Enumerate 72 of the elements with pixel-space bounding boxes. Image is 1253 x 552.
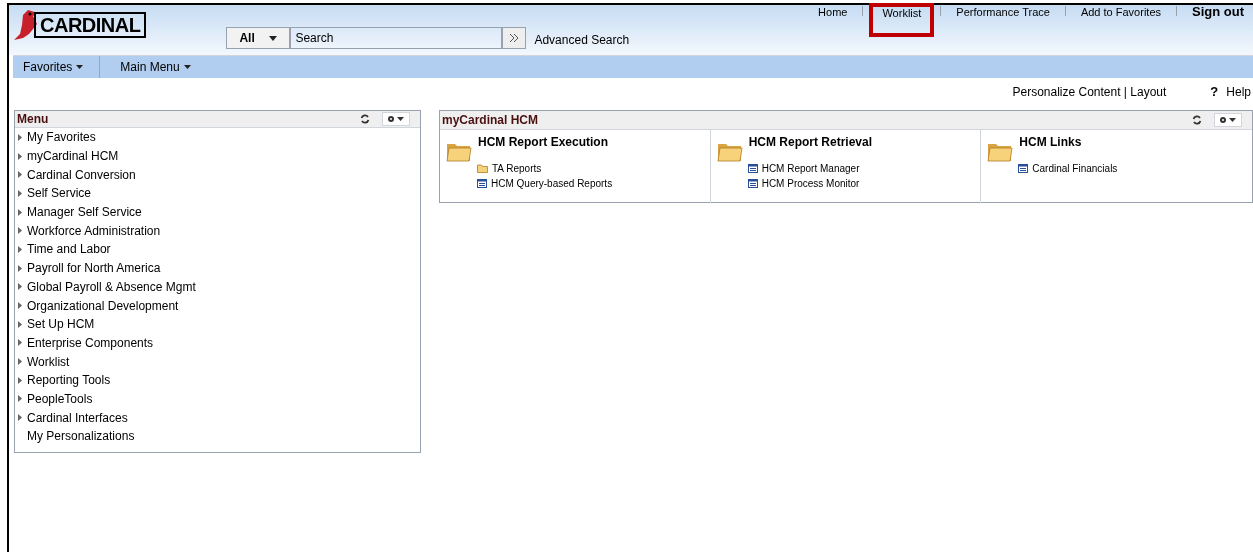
expand-icon[interactable]	[18, 339, 22, 347]
expand-icon[interactable]	[18, 245, 22, 253]
portlet-link[interactable]: TA Reports	[492, 161, 542, 176]
expand-icon[interactable]	[18, 414, 22, 422]
expand-icon[interactable]	[18, 320, 22, 328]
gear-icon	[387, 115, 405, 123]
header-link[interactable]: Add to Favorites	[1071, 6, 1170, 18]
portlet-link[interactable]: HCM Report Manager	[761, 161, 860, 176]
group-title: HCM Report Retrieval	[748, 134, 872, 151]
expand-icon[interactable]	[18, 208, 22, 216]
panel-title: Menu	[17, 111, 49, 128]
expand-icon[interactable]	[18, 302, 22, 310]
expand-icon[interactable]	[18, 395, 22, 403]
expand-icon[interactable]	[18, 133, 22, 141]
header-link[interactable]: Performance Trace	[947, 6, 1059, 18]
portlet-title: myCardinal HCM	[442, 112, 539, 129]
expand-icon[interactable]	[18, 358, 22, 366]
caret-icon	[76, 65, 84, 69]
menu-item[interactable]: Workforce Administration	[27, 221, 161, 240]
folder-icon	[477, 164, 488, 173]
search-button[interactable]	[502, 27, 527, 49]
gear-icon	[1219, 116, 1237, 124]
header-link[interactable]: Home	[809, 6, 857, 18]
header-link[interactable]: Worklist	[869, 3, 935, 37]
search-field[interactable]: Search	[290, 27, 503, 49]
nav-menu[interactable]: Favorites	[13, 56, 101, 78]
help-link[interactable]: Help	[1226, 82, 1251, 101]
page-icon	[1018, 164, 1029, 173]
menu-item[interactable]: Reporting Tools	[27, 371, 111, 390]
page-icon	[477, 179, 487, 188]
expand-icon[interactable]	[18, 227, 22, 235]
menu-item[interactable]: Cardinal Conversion	[27, 165, 136, 184]
advanced-search-link[interactable]: Advanced Search	[534, 31, 630, 49]
menu-item[interactable]: PeopleTools	[27, 389, 93, 408]
page-icon	[747, 179, 758, 188]
menu-item[interactable]: Time and Labor	[27, 240, 111, 259]
expand-icon[interactable]	[18, 283, 22, 291]
menu-item[interactable]: My Favorites	[27, 128, 96, 147]
portlet-link[interactable]: HCM Process Monitor	[761, 176, 860, 191]
page-icon	[747, 164, 758, 173]
sign-out-link[interactable]: Sign out	[1183, 6, 1253, 18]
menu-item[interactable]: Global Payroll & Absence Mgmt	[27, 277, 196, 296]
expand-icon[interactable]	[18, 171, 22, 179]
menu-item[interactable]: myCardinal HCM	[27, 147, 119, 166]
menu-item[interactable]: Worklist	[27, 352, 70, 371]
chevrons-icon	[509, 33, 520, 43]
menu-item[interactable]: Organizational Development	[27, 296, 179, 315]
expand-icon[interactable]	[18, 376, 22, 384]
caret-icon	[269, 35, 278, 41]
refresh-icon[interactable]	[1192, 115, 1202, 125]
menu-item[interactable]: Manager Self Service	[27, 203, 142, 222]
expand-icon[interactable]	[18, 264, 22, 272]
expand-icon[interactable]	[18, 189, 22, 197]
settings-button[interactable]	[1214, 113, 1242, 127]
search-scope-dropdown[interactable]: All	[226, 27, 291, 49]
personalize-link[interactable]: Personalize Content | Layout	[1012, 82, 1167, 101]
menu-item[interactable]: Cardinal Interfaces	[27, 408, 128, 427]
caret-icon	[183, 65, 191, 69]
menu-item[interactable]: Enterprise Components	[27, 333, 154, 352]
menu-item[interactable]: My Personalizations	[27, 427, 135, 446]
settings-button[interactable]	[382, 112, 410, 126]
menu-item[interactable]: Set Up HCM	[27, 315, 95, 334]
expand-icon[interactable]	[18, 152, 22, 160]
menu-item[interactable]: Payroll for North America	[27, 259, 161, 278]
group-title: HCM Report Execution	[478, 134, 608, 151]
refresh-icon[interactable]	[360, 114, 370, 124]
nav-menu[interactable]: Main Menu	[100, 56, 201, 78]
portlet-link[interactable]: Cardinal Financials	[1032, 161, 1118, 176]
group-title: HCM Links	[1019, 134, 1082, 151]
menu-item[interactable]: Self Service	[27, 184, 92, 203]
portlet-link[interactable]: HCM Query-based Reports	[491, 176, 613, 191]
help-icon[interactable]: ?	[1210, 81, 1219, 102]
